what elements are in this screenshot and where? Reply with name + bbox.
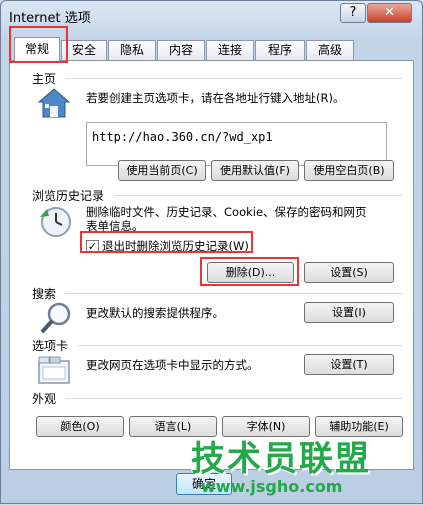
highlight-box-delete bbox=[200, 257, 299, 286]
tabs-window-icon bbox=[37, 355, 71, 388]
colors-button[interactable]: 颜色(O) bbox=[36, 416, 124, 437]
tabs-description: 更改网页在选项卡中显示的方式。 bbox=[86, 358, 259, 372]
tab-content[interactable]: 内容 bbox=[157, 40, 205, 61]
search-settings-button[interactable]: 设置(I) bbox=[304, 302, 394, 323]
window-title: Internet 选项 bbox=[9, 11, 91, 26]
home-description: 若要创建主页选项卡，请在各地址行键入地址(R)。 bbox=[86, 91, 345, 105]
history-description-line1: 删除临时文件、历史记录、Cookie、保存的密码和网页 bbox=[86, 205, 367, 219]
history-settings-button[interactable]: 设置(S) bbox=[304, 262, 394, 283]
magnifier-icon bbox=[39, 301, 73, 338]
home-separator bbox=[65, 78, 403, 79]
history-section-title: 浏览历史记录 bbox=[32, 189, 105, 203]
help-button[interactable]: ? bbox=[340, 3, 366, 23]
tab-connections[interactable]: 连接 bbox=[206, 40, 254, 61]
search-description: 更改默认的搜索提供程序。 bbox=[86, 306, 224, 320]
use-default-button[interactable]: 使用默认值(F) bbox=[211, 160, 299, 181]
highlight-box-checkbox bbox=[80, 231, 253, 253]
close-button[interactable]: ✕ bbox=[367, 3, 412, 23]
internet-options-window: Internet 选项 ? ✕ 常规 安全 隐私 内容 连接 程序 高级 主页 … bbox=[0, 0, 423, 504]
history-separator bbox=[114, 195, 403, 196]
tab-privacy[interactable]: 隐私 bbox=[108, 40, 156, 61]
home-section-title: 主页 bbox=[32, 72, 57, 86]
tab-advanced[interactable]: 高级 bbox=[306, 40, 354, 61]
use-blank-button[interactable]: 使用空白页(B) bbox=[304, 160, 394, 181]
highlight-box-general-tab bbox=[9, 26, 68, 63]
appearance-separator bbox=[65, 398, 403, 399]
use-current-page-button[interactable]: 使用当前页(C) bbox=[118, 160, 206, 181]
search-section-title: 搜索 bbox=[32, 287, 57, 301]
tabs-separator bbox=[78, 345, 403, 346]
appearance-section-title: 外观 bbox=[32, 392, 57, 406]
tabs-settings-button[interactable]: 设置(T) bbox=[304, 354, 394, 375]
tabs-section-title: 选项卡 bbox=[32, 339, 69, 353]
watermark-url: www.jsgho.com bbox=[201, 477, 343, 496]
tab-programs[interactable]: 程序 bbox=[255, 40, 305, 61]
house-icon bbox=[37, 87, 71, 122]
search-separator bbox=[65, 293, 403, 294]
watermark-logo-text: 技术员联盟 bbox=[191, 439, 371, 479]
history-clock-icon bbox=[37, 203, 73, 242]
